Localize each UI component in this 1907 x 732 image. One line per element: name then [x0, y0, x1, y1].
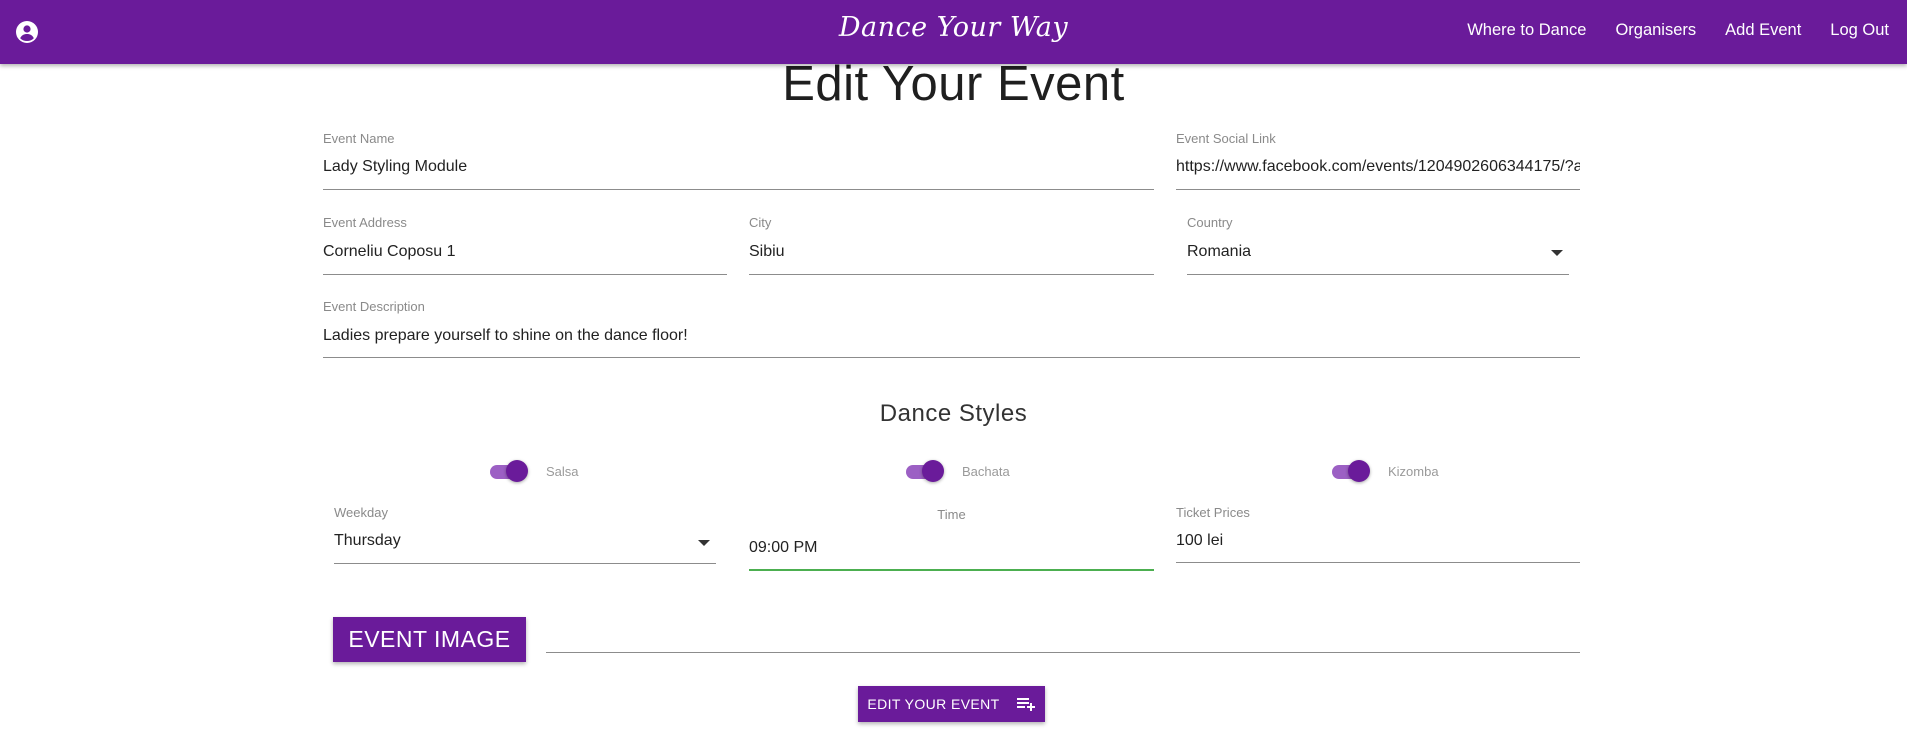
toggle-salsa-label: Salsa	[546, 464, 579, 479]
nav-add-event[interactable]: Add Event	[1725, 21, 1801, 40]
event-name-input[interactable]: Lady Styling Module	[323, 158, 467, 176]
event-image-button[interactable]: EVENT IMAGE	[333, 617, 526, 662]
ticket-prices-underline	[1176, 562, 1580, 563]
event-image-filename-field[interactable]	[546, 652, 1580, 653]
event-name-field[interactable]: Event Name Lady Styling Module	[323, 131, 1154, 191]
city-underline	[749, 274, 1154, 275]
event-description-field[interactable]: Event Description Ladies prepare yoursel…	[323, 299, 1580, 359]
dance-styles-title: Dance Styles	[879, 400, 1028, 427]
country-select[interactable]: Country Romania	[1187, 215, 1569, 275]
event-description-label: Event Description	[323, 299, 425, 314]
country-value[interactable]: Romania	[1187, 243, 1251, 261]
edit-event-submit-button[interactable]: EDIT YOUR EVENT	[858, 686, 1045, 722]
submit-button-label: EDIT YOUR EVENT	[867, 696, 1000, 712]
top-app-bar: Dance Your Way Where to Dance Organisers…	[0, 0, 1907, 64]
account-circle-icon[interactable]	[15, 20, 39, 44]
chevron-down-icon[interactable]	[698, 540, 710, 546]
event-name-underline	[323, 189, 1154, 190]
toggle-knob[interactable]	[1348, 460, 1370, 482]
ticket-prices-input[interactable]: 100 lei	[1176, 532, 1223, 550]
brand-title[interactable]: Dance Your Way	[839, 12, 1068, 43]
weekday-underline	[334, 563, 716, 564]
nav-log-out[interactable]: Log Out	[1830, 21, 1889, 40]
weekday-value[interactable]: Thursday	[334, 532, 401, 550]
social-link-field[interactable]: Event Social Link https://www.facebook.c…	[1176, 131, 1580, 191]
city-input[interactable]: Sibiu	[749, 243, 785, 261]
city-field[interactable]: City Sibiu	[749, 215, 1154, 275]
ticket-prices-label: Ticket Prices	[1176, 505, 1250, 520]
main-nav: Where to Dance Organisers Add Event Log …	[1467, 21, 1889, 40]
country-label: Country	[1187, 215, 1233, 230]
time-underline-focused	[749, 569, 1154, 571]
country-underline	[1187, 274, 1569, 275]
toggle-knob[interactable]	[506, 460, 528, 482]
social-link-underline	[1176, 189, 1580, 190]
weekday-label: Weekday	[334, 505, 388, 520]
city-label: City	[749, 215, 772, 230]
nav-where-to-dance[interactable]: Where to Dance	[1467, 21, 1586, 40]
time-label: Time	[937, 507, 966, 522]
event-address-field[interactable]: Event Address Corneliu Coposu 1	[323, 215, 727, 275]
ticket-prices-field[interactable]: Ticket Prices 100 lei	[1176, 505, 1580, 565]
event-name-label: Event Name	[323, 131, 395, 146]
social-link-label: Event Social Link	[1176, 131, 1276, 146]
weekday-select[interactable]: Weekday Thursday	[334, 505, 716, 565]
event-address-label: Event Address	[323, 215, 407, 230]
toggle-kizomba-label: Kizomba	[1388, 464, 1439, 479]
time-field[interactable]: Time 09:00 PM	[749, 507, 1154, 571]
toggle-knob[interactable]	[922, 460, 944, 482]
event-image-button-label: EVENT IMAGE	[348, 626, 511, 652]
playlist-add-icon	[1016, 698, 1035, 711]
chevron-down-icon[interactable]	[1551, 250, 1563, 256]
page-title: Edit Your Event	[782, 57, 1125, 111]
event-address-input[interactable]: Corneliu Coposu 1	[323, 243, 456, 261]
event-address-underline	[323, 274, 727, 275]
nav-organisers[interactable]: Organisers	[1615, 21, 1696, 40]
toggle-bachata-label: Bachata	[962, 464, 1010, 479]
time-input[interactable]: 09:00 PM	[749, 539, 817, 557]
event-description-underline	[323, 357, 1580, 358]
event-description-input[interactable]: Ladies prepare yourself to shine on the …	[323, 327, 688, 345]
social-link-input[interactable]: https://www.facebook.com/events/12049026…	[1176, 158, 1580, 176]
